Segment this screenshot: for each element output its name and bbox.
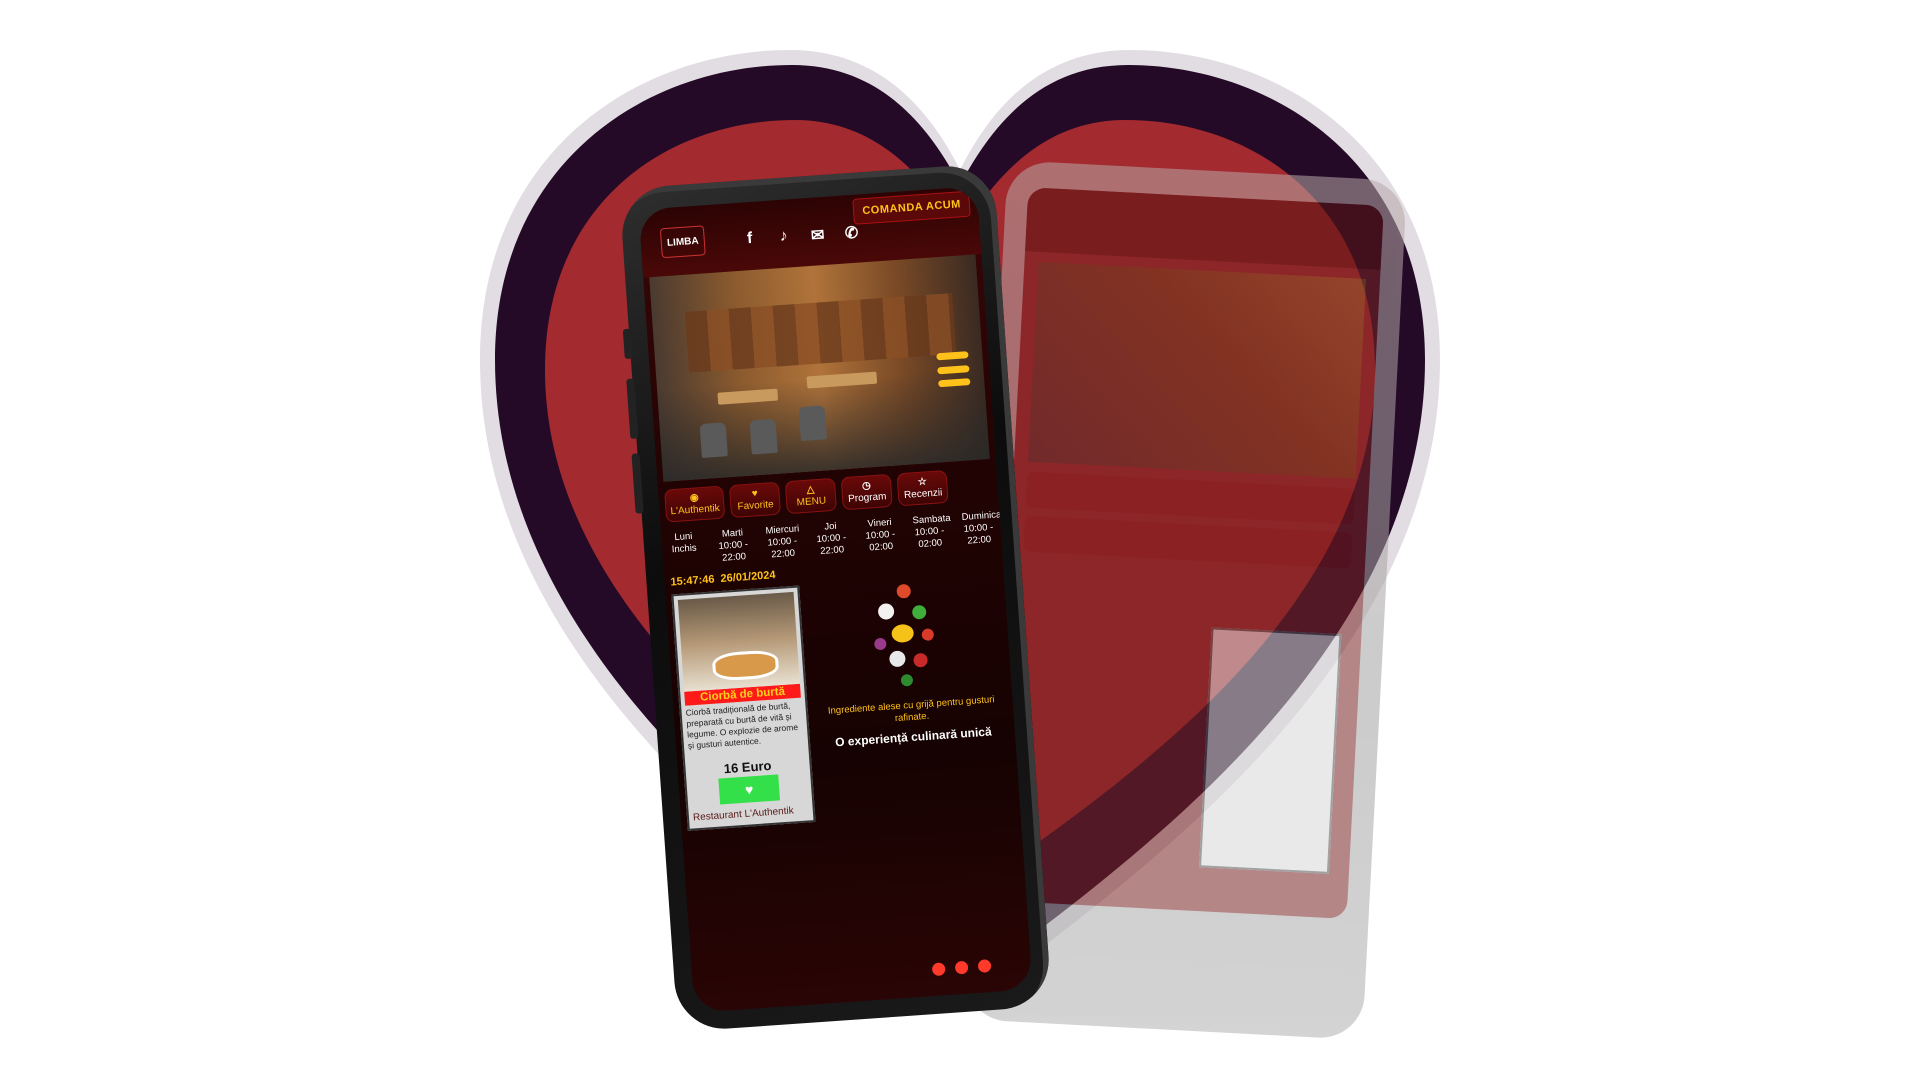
hours-marti: Marti 10:00 - 22:00	[718, 527, 749, 564]
photo-chair	[699, 422, 728, 458]
restaurant-photo	[649, 254, 990, 482]
tab-label: Program	[847, 491, 887, 505]
hours-sambata: Sambata 10:00 - 02:00	[912, 512, 951, 551]
tab-label: L'Authentik	[670, 502, 721, 518]
tiktok-icon[interactable]: ♪	[774, 227, 793, 248]
photo-table	[717, 388, 779, 405]
tab-authentik[interactable]: ◉ L'Authentik	[664, 485, 726, 523]
facebook-icon[interactable]: f	[740, 229, 759, 250]
photo-wall-panels	[684, 293, 957, 374]
photo-chair	[749, 418, 778, 455]
photo-table	[806, 371, 878, 389]
hours-duminica: Duminica 10:00 - 22:00	[961, 509, 1002, 547]
reflection-hours	[1023, 515, 1353, 569]
phone-mockup: LIMBA f ♪ ✉ ✆ COMANDA ACUM ◉ L'Authentik…	[618, 162, 1053, 1033]
vegetables-illustration	[858, 581, 955, 697]
tab-program[interactable]: ◷ Program	[840, 473, 893, 511]
phone-screen: LIMBA f ♪ ✉ ✆ COMANDA ACUM ◉ L'Authentik…	[638, 186, 1033, 1013]
social-icons: f ♪ ✉ ✆	[740, 222, 861, 250]
reflection-phone-screen	[991, 187, 1384, 919]
tab-label: Favorite	[737, 499, 774, 513]
hours-vineri: Vineri 10:00 - 02:00	[865, 516, 896, 554]
reflection-photo	[1028, 261, 1367, 479]
carousel-dots	[931, 959, 992, 977]
reflection-card	[1199, 627, 1342, 874]
carousel-dot[interactable]	[954, 960, 969, 975]
hours-joi: Joi 10:00 - 22:00	[816, 520, 847, 557]
carousel-dot[interactable]	[931, 962, 946, 977]
carousel-dot[interactable]	[977, 959, 992, 973]
phone-icon[interactable]: ✆	[842, 222, 861, 243]
mail-icon[interactable]: ✉	[808, 225, 827, 246]
tab-menu[interactable]: △ MENU	[784, 477, 838, 515]
tab-label: Recenzii	[903, 487, 943, 501]
photo-chair	[798, 405, 827, 442]
hours-luni: Luni Inchis	[671, 530, 698, 556]
reflection-tabs	[1025, 471, 1356, 525]
hamburger-icon[interactable]	[936, 351, 971, 388]
hours-miercuri: Miercuri 10:00 - 22:00	[765, 523, 800, 561]
tab-label: MENU	[796, 495, 827, 509]
order-now-button[interactable]: COMANDA ACUM	[852, 190, 971, 225]
product-card[interactable]: Ciorbă de burtă Ciorbă tradițională de b…	[671, 585, 816, 831]
tab-favorite[interactable]: ♥ Favorite	[729, 481, 782, 519]
stage: LIMBA f ♪ ✉ ✆ COMANDA ACUM ◉ L'Authentik…	[0, 0, 1920, 1080]
language-button[interactable]: LIMBA	[659, 225, 706, 259]
promo-section: Ingrediente alese cu grijă pentru gustur…	[807, 572, 1014, 822]
product-image	[677, 591, 800, 692]
content-area: Ciorbă de burtă Ciorbă tradițională de b…	[665, 565, 1020, 831]
tab-recenzii[interactable]: ☆ Recenzii	[896, 469, 949, 507]
product-description: Ciorbă tradițională de burtă, preparată …	[685, 700, 799, 751]
